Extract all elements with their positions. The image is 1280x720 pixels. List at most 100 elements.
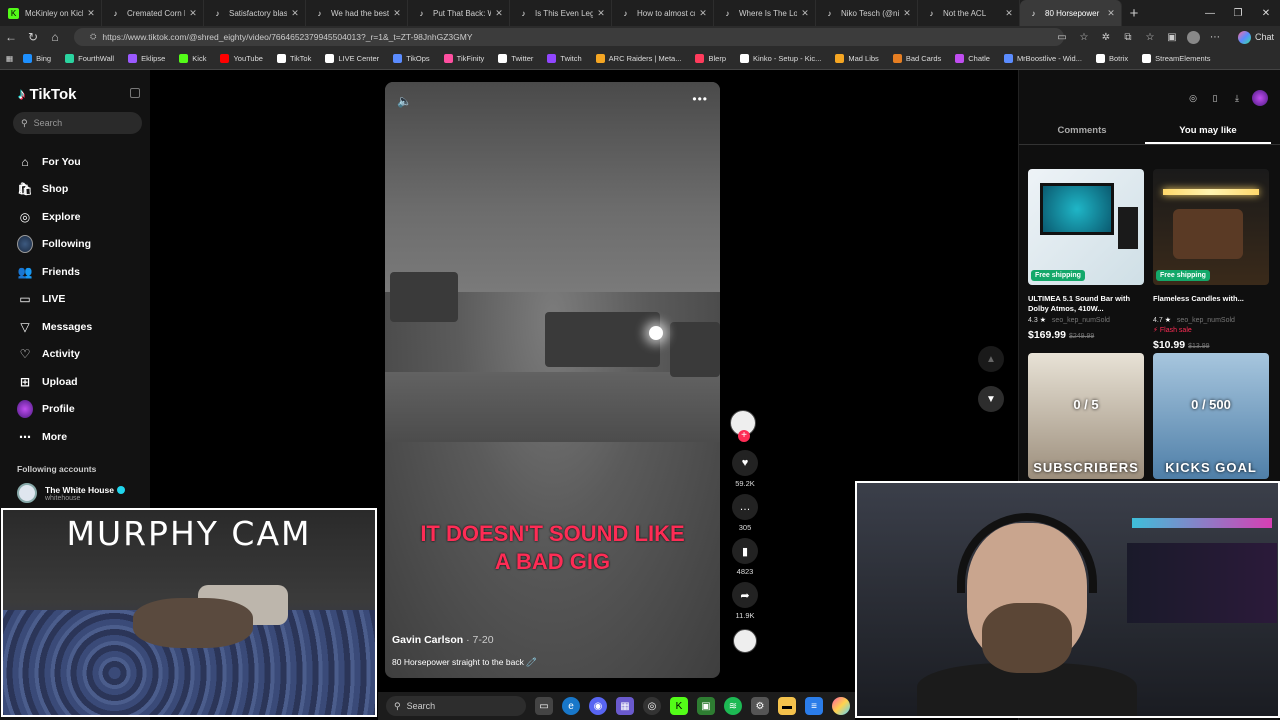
nav-item-profile[interactable]: Profile xyxy=(17,396,147,424)
bookmark-item[interactable]: Twitch xyxy=(547,54,582,63)
colorful-app-icon[interactable] xyxy=(832,697,850,715)
video-author[interactable]: Gavin Carlson · 7-20 xyxy=(392,634,494,646)
browser-tab[interactable]: ♪ Put That Back: Why✕ xyxy=(408,0,510,26)
calendar-app-icon[interactable]: ▦ xyxy=(616,697,634,715)
browser-tab[interactable]: ♪ How to almost crash✕ xyxy=(612,0,714,26)
bookmark-item[interactable]: Kick xyxy=(179,54,206,63)
volume-icon[interactable]: 🔈 xyxy=(397,94,412,108)
nav-item-shop[interactable]: 🛍 Shop xyxy=(17,176,147,204)
collections-icon[interactable]: ▣ xyxy=(1165,32,1179,43)
nav-item-for-you[interactable]: ⌂ For You xyxy=(17,148,147,176)
bookmark-item[interactable]: Twitter xyxy=(498,54,533,63)
bookmark-item[interactable]: Mad Libs xyxy=(835,54,879,63)
bookmark-item[interactable]: TikTok xyxy=(276,54,311,63)
extensions-icon[interactable]: ✲ xyxy=(1099,32,1113,43)
bookmark-item[interactable]: TikFinity xyxy=(443,54,484,63)
bookmark-item[interactable]: Eklipse xyxy=(128,54,165,63)
tab-close-icon[interactable]: ✕ xyxy=(698,8,708,19)
close-window-icon[interactable]: ✕ xyxy=(1252,0,1280,26)
bookmark-item[interactable]: LIVE Center xyxy=(325,54,379,63)
tab-close-icon[interactable]: ✕ xyxy=(290,8,300,19)
site-info-icon[interactable]: ⛭ xyxy=(90,32,96,42)
bookmark-item[interactable]: TikOps xyxy=(393,54,430,63)
tab-close-icon[interactable]: ✕ xyxy=(800,8,810,19)
sound-avatar[interactable] xyxy=(733,629,757,653)
bookmark-item[interactable]: Kinko - Setup - Kic... xyxy=(740,54,821,63)
nav-item-upload[interactable]: ⊞ Upload xyxy=(17,368,147,396)
favorite-icon[interactable]: ☆ xyxy=(1077,32,1091,43)
apps-icon[interactable]: ▦ xyxy=(6,54,13,63)
minimize-icon[interactable]: — xyxy=(1196,0,1224,26)
favorites-list-icon[interactable]: ☆ xyxy=(1143,32,1157,43)
product-card[interactable]: Free shipping ULTIMEA 5.1 Sound Bar with… xyxy=(1028,169,1144,341)
tab-comments[interactable]: Comments xyxy=(1019,122,1145,144)
browser-tab[interactable]: ♪ 80 Horsepower ✕ xyxy=(1020,0,1122,26)
collapse-sidebar-icon[interactable] xyxy=(130,88,140,98)
video-player[interactable]: 🔈 ••• IT DOESN'T SOUND LIKE A BAD GIG Ga… xyxy=(385,82,720,678)
browser-tab[interactable]: ♪ Not the ACL ✕ xyxy=(918,0,1020,26)
share-action[interactable]: ➦ 11.9K xyxy=(730,582,760,621)
bookmark-item[interactable]: FourthWall xyxy=(65,54,114,63)
device-icon[interactable]: ▯ xyxy=(1208,93,1222,104)
extension-puzzle-icon[interactable]: ⧉ xyxy=(1121,32,1135,43)
bookmark-item[interactable]: MrBoostlive - Wid... xyxy=(1003,54,1082,63)
video-thumbnail[interactable]: 0 / 5 SUBSCRIBERS xyxy=(1028,353,1144,479)
comment-icon[interactable]: … xyxy=(732,494,758,520)
photos-icon[interactable]: ▣ xyxy=(697,697,715,715)
nav-item-messages[interactable]: ▽ Messages xyxy=(17,313,147,341)
browser-tab[interactable]: ♪ Is This Even Legal? A✕ xyxy=(510,0,612,26)
video-more-icon[interactable]: ••• xyxy=(692,92,708,106)
save-action[interactable]: ▮ 4823 xyxy=(730,538,760,577)
notepad-icon[interactable]: ≡ xyxy=(805,697,823,715)
browser-tab[interactable]: ♪ We had the best we✕ xyxy=(306,0,408,26)
settings-icon[interactable]: ⚙ xyxy=(751,697,769,715)
back-icon[interactable]: ← xyxy=(0,30,22,44)
bookmark-item[interactable]: Bad Cards xyxy=(892,54,941,63)
browser-tab[interactable]: ♪ Satisfactory blasting✕ xyxy=(204,0,306,26)
bookmark-item[interactable]: ARC Raiders | Meta... xyxy=(595,54,681,63)
tab-close-icon[interactable]: ✕ xyxy=(392,8,402,19)
home-icon[interactable]: ⌂ xyxy=(44,30,66,44)
tab-close-icon[interactable]: ✕ xyxy=(86,8,96,19)
spotify-icon[interactable]: ≋ xyxy=(724,697,742,715)
chat-button[interactable]: Chat xyxy=(1237,30,1274,44)
creator-avatar[interactable]: + xyxy=(730,410,756,442)
profile-avatar[interactable] xyxy=(1186,30,1200,44)
user-avatar[interactable] xyxy=(1252,90,1268,106)
split-screen-icon[interactable]: ▭ xyxy=(1055,32,1069,43)
taskbar-search[interactable]: ⚲ Search xyxy=(386,696,526,716)
nav-item-more[interactable]: ⋯ More xyxy=(17,423,147,451)
nav-item-following[interactable]: Following xyxy=(17,231,147,259)
tiktok-logo[interactable]: ♪ TikTok xyxy=(18,86,76,103)
bookmark-item[interactable]: Blerp xyxy=(695,54,726,63)
browser-tab[interactable]: ♪ Cremated Corn Fun✕ xyxy=(102,0,204,26)
kick-app-icon[interactable]: K xyxy=(670,697,688,715)
comment-action[interactable]: … 305 xyxy=(730,494,760,533)
discord-icon[interactable]: ◉ xyxy=(589,697,607,715)
tab-close-icon[interactable]: ✕ xyxy=(494,8,504,19)
obs-icon[interactable]: ◎ xyxy=(643,697,661,715)
restore-icon[interactable]: ❐ xyxy=(1224,0,1252,26)
url-input[interactable]: ⛭ https://www.tiktok.com/@shred_eighty/v… xyxy=(74,28,1064,46)
tab-close-icon[interactable]: ✕ xyxy=(1106,8,1116,19)
tab-close-icon[interactable]: ✕ xyxy=(902,8,912,19)
chevron-up-icon[interactable]: ▲ xyxy=(978,346,1004,372)
bookmark-item[interactable]: YouTube xyxy=(220,54,263,63)
edge-icon[interactable]: e xyxy=(562,697,580,715)
bookmark-item[interactable]: Chatle xyxy=(955,54,990,63)
browser-tab[interactable]: K McKinley on Kick (8✕ xyxy=(0,0,102,26)
like-action[interactable]: ♥ 59.2K xyxy=(730,450,760,489)
browser-tab[interactable]: ♪ Niko Tesch (@niko.t✕ xyxy=(816,0,918,26)
tab-you-may-like[interactable]: You may like xyxy=(1145,122,1271,144)
new-tab-icon[interactable]: + xyxy=(1122,0,1146,26)
follow-plus-icon[interactable]: + xyxy=(738,430,750,442)
video-thumbnail[interactable]: 0 / 500 KICKS GOAL xyxy=(1153,353,1269,479)
bookmark-icon[interactable]: ▮ xyxy=(732,538,758,564)
browser-tab[interactable]: ♪ Where Is The Love?✕ xyxy=(714,0,816,26)
tab-close-icon[interactable]: ✕ xyxy=(596,8,606,19)
reload-icon[interactable]: ↻ xyxy=(22,30,44,44)
bookmark-item[interactable]: StreamElements xyxy=(1142,54,1211,63)
file-explorer-icon[interactable]: ▬ xyxy=(778,697,796,715)
following-account-item[interactable]: The White House whitehouse xyxy=(17,483,125,503)
bookmark-item[interactable]: Bing xyxy=(23,54,51,63)
